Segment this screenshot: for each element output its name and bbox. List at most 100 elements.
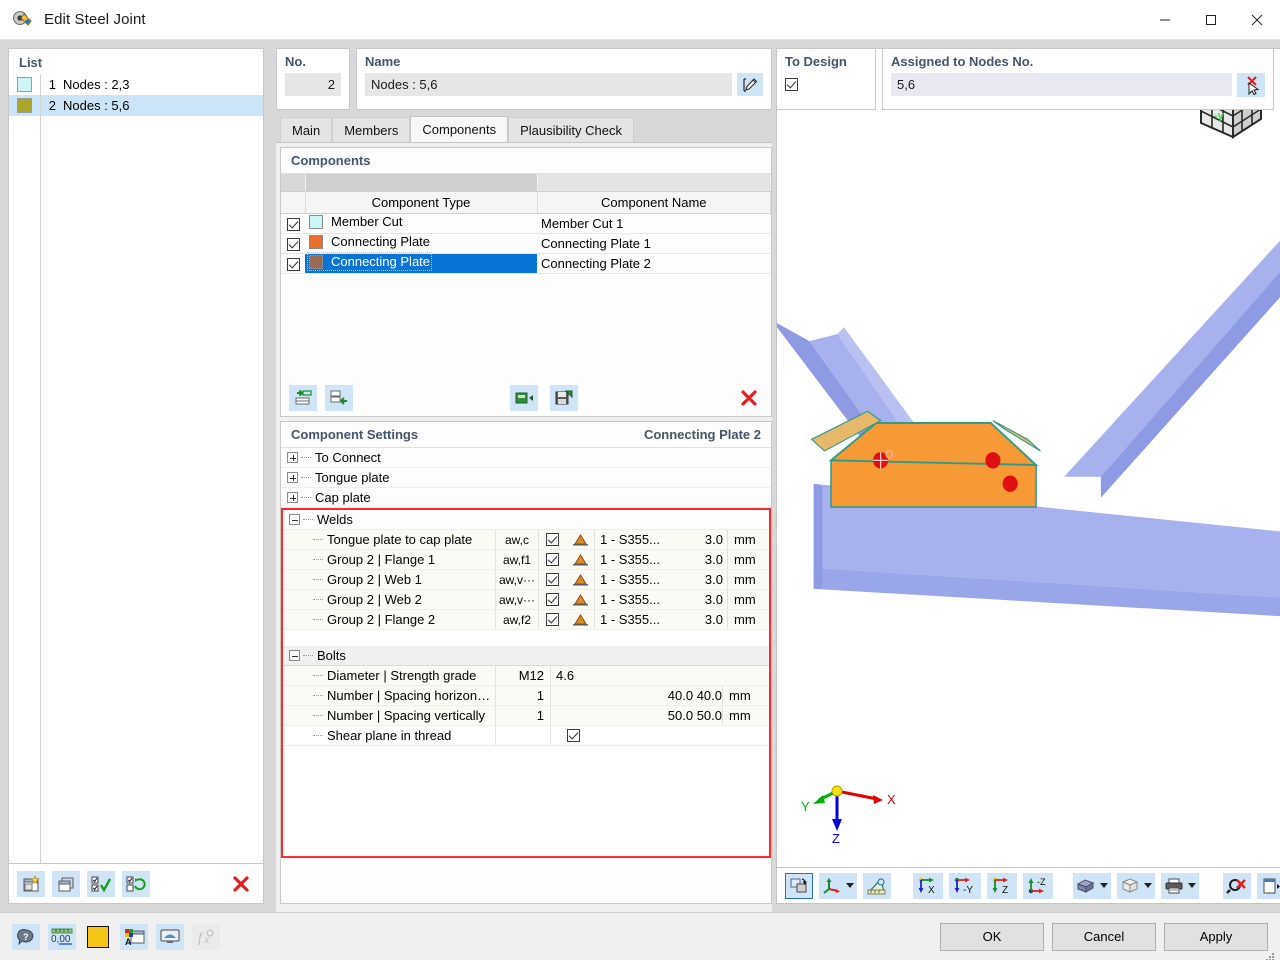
rotate-view-icon[interactable] — [785, 872, 813, 899]
row-checkbox-cell[interactable] — [281, 213, 305, 234]
ok-button[interactable]: OK — [940, 922, 1044, 951]
printer-icon[interactable] — [1161, 872, 1199, 899]
weld-checkbox[interactable] — [546, 553, 559, 566]
arrow-left-rows-2-icon[interactable] — [325, 385, 353, 411]
bolt-spacing[interactable]: 40.0 40.0 — [650, 686, 722, 705]
assigned-nodes-input[interactable]: 5,6 — [891, 73, 1232, 96]
green-save-icon[interactable] — [550, 385, 578, 411]
tab-plausibility-check[interactable]: Plausibility Check — [508, 117, 634, 142]
chevron-down-icon[interactable] — [1144, 883, 1152, 888]
weld-thickness[interactable]: 3.0 — [682, 570, 727, 589]
units-000-icon[interactable]: 0,00 — [48, 923, 76, 950]
axes-icon[interactable] — [819, 872, 857, 899]
chevron-down-icon[interactable] — [1100, 883, 1108, 888]
row-checkbox[interactable] — [286, 257, 300, 271]
settings-group-tongue-plate[interactable]: Tongue plate — [281, 468, 771, 488]
view-z-icon[interactable]: Z — [987, 872, 1017, 899]
resize-grip[interactable] — [1266, 947, 1276, 960]
weld-checkbox-cell[interactable] — [538, 570, 566, 589]
colors-dialog-icon[interactable]: A — [120, 923, 148, 950]
weld-checkbox[interactable] — [546, 613, 559, 626]
view-x-icon[interactable]: X — [913, 872, 943, 899]
bolt-diameter[interactable]: M12 — [495, 666, 550, 685]
weld-checkbox-cell[interactable] — [538, 610, 566, 629]
shear-plane-checkbox[interactable] — [567, 729, 580, 742]
cancel-button[interactable]: Cancel — [1052, 922, 1156, 951]
settings-group-to-connect[interactable]: To Connect — [281, 448, 771, 468]
invert-check-icon[interactable] — [122, 870, 150, 897]
expand-icon[interactable] — [287, 452, 298, 463]
bolt-row[interactable]: Number | Spacing vertically 1 50.0 50.0 … — [283, 706, 769, 726]
row-checkbox-cell[interactable] — [281, 253, 305, 274]
yellow-color-icon[interactable] — [84, 924, 112, 950]
weld-checkbox[interactable] — [546, 573, 559, 586]
settings-group-bolts[interactable]: Bolts — [283, 646, 769, 666]
model-viewport[interactable]: -y x z X Y Z — [776, 48, 1280, 868]
ruler-protractor-icon[interactable] — [863, 872, 891, 899]
expand-icon[interactable] — [287, 472, 298, 483]
joint-no-value[interactable]: 2 — [285, 73, 341, 96]
list-item[interactable]: 1 Nodes : 2,3 — [9, 74, 263, 95]
bolt-number[interactable]: 1 — [495, 706, 550, 725]
green-import-icon[interactable] — [510, 385, 538, 411]
weld-row[interactable]: Tongue plate to cap plate aw,c 1 - S355.… — [283, 530, 769, 550]
monitor-icon[interactable] — [156, 923, 184, 950]
weld-checkbox-cell[interactable] — [538, 530, 566, 549]
apply-button[interactable]: Apply — [1164, 922, 1268, 951]
list-item[interactable]: 2 Nodes : 5,6 — [9, 95, 263, 116]
weld-checkbox[interactable] — [546, 533, 559, 546]
pick-nodes-cursor-icon[interactable] — [1237, 73, 1265, 97]
bolt-row[interactable]: Number | Spacing horizon… 1 40.0 40.0 mm — [283, 686, 769, 706]
table-row[interactable]: Connecting Plate Connecting Plate 2 — [281, 252, 771, 274]
weld-checkbox-cell[interactable] — [538, 550, 566, 569]
minimize-button[interactable] — [1142, 0, 1188, 40]
weld-thickness[interactable]: 3.0 — [682, 590, 727, 609]
weld-row[interactable]: Group 2 | Flange 2 aw,f2 1 - S355... 3.0 — [283, 610, 769, 630]
chevron-down-icon[interactable] — [1188, 883, 1196, 888]
weld-checkbox-cell[interactable] — [538, 590, 566, 609]
bolt-row[interactable]: Diameter | Strength grade M12 4.6 — [283, 666, 769, 686]
red-x-icon[interactable] — [227, 871, 255, 897]
solid-model-icon[interactable] — [1073, 872, 1111, 899]
weld-checkbox[interactable] — [546, 593, 559, 606]
settings-group-welds[interactable]: Welds — [283, 510, 769, 530]
bolt-row[interactable]: Shear plane in thread — [283, 726, 769, 746]
zoom-reset-icon[interactable] — [1223, 872, 1251, 899]
settings-group-cap-plate[interactable]: Cap plate — [281, 488, 771, 508]
joint-name-input[interactable]: Nodes : 5,6 — [365, 73, 732, 96]
close-button[interactable] — [1234, 0, 1280, 40]
shear-plane-checkbox-cell[interactable] — [550, 726, 650, 745]
weld-material[interactable]: 1 - S355... — [594, 550, 682, 569]
tab-components[interactable]: Components — [410, 116, 509, 142]
view-minus-y-icon[interactable]: -Y — [949, 872, 981, 899]
row-checkbox[interactable] — [286, 217, 300, 231]
view-minus-z-icon[interactable]: -Z — [1023, 872, 1053, 899]
arrow-left-rows-icon[interactable] — [289, 385, 317, 411]
row-checkbox[interactable] — [286, 237, 300, 251]
panel-toggle-icon[interactable] — [1257, 872, 1280, 899]
bolt-strength-grade[interactable]: 4.6 — [550, 666, 650, 685]
weld-material[interactable]: 1 - S355... — [594, 610, 682, 629]
tab-members[interactable]: Members — [332, 117, 411, 142]
collapse-icon[interactable] — [289, 650, 300, 661]
table-row[interactable]: Member Cut Member Cut 1 — [281, 213, 771, 234]
check-all-icon[interactable] — [87, 870, 115, 897]
weld-row[interactable]: Group 2 | Web 1 aw,v··· 1 - S355... 3.0 — [283, 570, 769, 590]
weld-thickness[interactable]: 3.0 — [682, 530, 727, 549]
help-bubble-icon[interactable]: ? — [12, 923, 40, 950]
tab-main[interactable]: Main — [280, 117, 333, 142]
chevron-down-icon[interactable] — [846, 883, 854, 888]
weld-thickness[interactable]: 3.0 — [682, 610, 727, 629]
bolt-spacing[interactable]: 50.0 50.0 — [650, 706, 722, 725]
weld-material[interactable]: 1 - S355... — [594, 530, 682, 549]
weld-material[interactable]: 1 - S355... — [594, 570, 682, 589]
to-design-checkbox[interactable] — [785, 78, 798, 91]
table-row[interactable]: Connecting Plate Connecting Plate 1 — [281, 233, 771, 254]
new-window-icon[interactable] — [17, 870, 45, 897]
copy-window-icon[interactable] — [52, 870, 80, 897]
weld-thickness[interactable]: 3.0 — [682, 550, 727, 569]
row-checkbox-cell[interactable] — [281, 233, 305, 254]
weld-row[interactable]: Group 2 | Flange 1 aw,f1 1 - S355... 3.0 — [283, 550, 769, 570]
pencil-edit-icon[interactable] — [737, 73, 763, 96]
collapse-icon[interactable] — [289, 514, 300, 525]
